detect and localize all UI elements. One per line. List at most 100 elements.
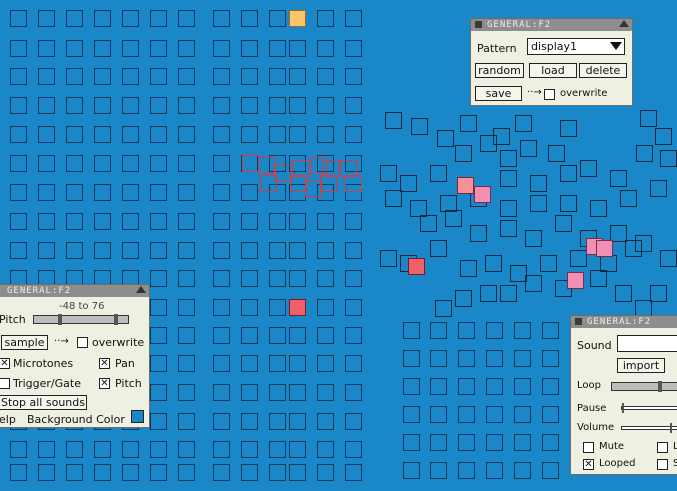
grid-cell[interactable] (213, 270, 230, 287)
muted-sound-square[interactable] (260, 175, 277, 192)
grid-cell[interactable] (542, 462, 559, 479)
volume-slider-handle[interactable] (670, 423, 672, 433)
sound-square[interactable] (560, 195, 577, 212)
grid-cell[interactable] (150, 155, 167, 172)
grid-cell[interactable] (289, 68, 306, 85)
grid-cell[interactable] (178, 413, 195, 430)
grid-cell[interactable] (150, 327, 167, 344)
grid-cell[interactable] (122, 40, 139, 57)
muted-sound-square[interactable] (290, 175, 307, 192)
grid-cell[interactable] (150, 464, 167, 481)
grid-cell[interactable] (10, 40, 27, 57)
grid-cell[interactable] (122, 441, 139, 458)
grid-cell[interactable] (10, 68, 27, 85)
sound-square[interactable] (445, 210, 462, 227)
sound-square[interactable] (380, 165, 397, 182)
sound-square[interactable] (530, 175, 547, 192)
grid-cell[interactable] (66, 155, 83, 172)
grid-cell[interactable] (150, 213, 167, 230)
import-button[interactable]: import (617, 358, 665, 373)
grid-cell[interactable] (269, 126, 286, 143)
grid-cell[interactable] (317, 327, 334, 344)
grid-cell[interactable] (430, 434, 447, 451)
grid-cell[interactable] (403, 350, 420, 367)
grid-cell[interactable] (66, 126, 83, 143)
grid-cell[interactable] (458, 378, 475, 395)
grid-cell[interactable] (94, 184, 111, 201)
grid-cell[interactable] (10, 184, 27, 201)
grid-cell[interactable] (213, 10, 230, 27)
grid-cell[interactable] (289, 270, 306, 287)
grid-cell[interactable] (213, 184, 230, 201)
grid-cell[interactable] (289, 355, 306, 372)
grid-cell[interactable] (430, 406, 447, 423)
grid-cell[interactable] (150, 40, 167, 57)
grid-cell[interactable] (345, 464, 362, 481)
grid-cell[interactable] (486, 462, 503, 479)
sound-square[interactable] (525, 230, 542, 247)
grid-cell[interactable] (458, 322, 475, 339)
grid-cell[interactable] (213, 384, 230, 401)
muted-sound-square[interactable] (242, 155, 259, 172)
grid-cell[interactable] (486, 434, 503, 451)
sound-square[interactable] (515, 115, 532, 132)
sound-square[interactable] (548, 145, 565, 162)
sound-square[interactable] (615, 285, 632, 302)
grid-cell[interactable] (542, 406, 559, 423)
grid-cell[interactable] (269, 327, 286, 344)
grid-cell[interactable] (542, 322, 559, 339)
microtones-checkbox[interactable]: ✕ (0, 358, 10, 369)
grid-cell[interactable] (94, 155, 111, 172)
pitch-panel-titlebar[interactable]: GENERAL:F2 (0, 285, 149, 297)
grid-cell[interactable] (345, 413, 362, 430)
grid-cell[interactable] (317, 40, 334, 57)
grid-cell[interactable] (10, 126, 27, 143)
grid-cell[interactable] (150, 10, 167, 27)
sound-square[interactable] (640, 110, 657, 127)
grid-cell[interactable] (345, 10, 362, 27)
grid-cell[interactable] (66, 40, 83, 57)
collapse-icon[interactable] (619, 20, 629, 27)
grid-cell[interactable] (122, 213, 139, 230)
sound-square[interactable] (480, 285, 497, 302)
sound-square[interactable] (430, 165, 447, 182)
sound-square[interactable] (435, 300, 452, 317)
sound-square[interactable] (437, 130, 454, 147)
sound-square[interactable] (500, 170, 517, 187)
sound-square[interactable] (560, 120, 577, 137)
grid-cell[interactable] (178, 441, 195, 458)
grid-cell[interactable] (241, 299, 258, 316)
grid-cell[interactable] (122, 184, 139, 201)
grid-cell[interactable] (269, 441, 286, 458)
grid-cell[interactable] (345, 270, 362, 287)
grid-cell[interactable] (178, 299, 195, 316)
grid-cell[interactable] (150, 270, 167, 287)
window-menu-icon[interactable] (475, 21, 482, 28)
grid-cell[interactable] (241, 126, 258, 143)
pattern-panel-titlebar[interactable]: GENERAL:F2 (471, 19, 632, 31)
grid-cell[interactable] (150, 68, 167, 85)
pitch-slider-high-handle[interactable] (114, 314, 118, 325)
grid-cell[interactable] (317, 355, 334, 372)
grid-cell[interactable] (514, 462, 531, 479)
grid-cell[interactable] (458, 462, 475, 479)
grid-cell[interactable] (10, 464, 27, 481)
grid-cell[interactable] (317, 10, 334, 27)
grid-cell[interactable] (94, 464, 111, 481)
grid-cell[interactable] (486, 350, 503, 367)
grid-cell[interactable] (94, 441, 111, 458)
save-button[interactable]: save (475, 86, 522, 101)
grid-cell[interactable] (213, 68, 230, 85)
grid-cell[interactable] (289, 126, 306, 143)
grid-cell[interactable] (269, 464, 286, 481)
grid-cell[interactable] (241, 327, 258, 344)
grid-cell[interactable] (178, 184, 195, 201)
sound-square[interactable] (660, 150, 677, 167)
grid-cell[interactable] (345, 213, 362, 230)
grid-cell[interactable] (66, 464, 83, 481)
dropdown-arrow-icon[interactable] (610, 42, 622, 50)
grid-cell[interactable] (317, 441, 334, 458)
grid-cell[interactable] (289, 40, 306, 57)
grid-cell[interactable] (38, 40, 55, 57)
grid-cell[interactable] (38, 464, 55, 481)
